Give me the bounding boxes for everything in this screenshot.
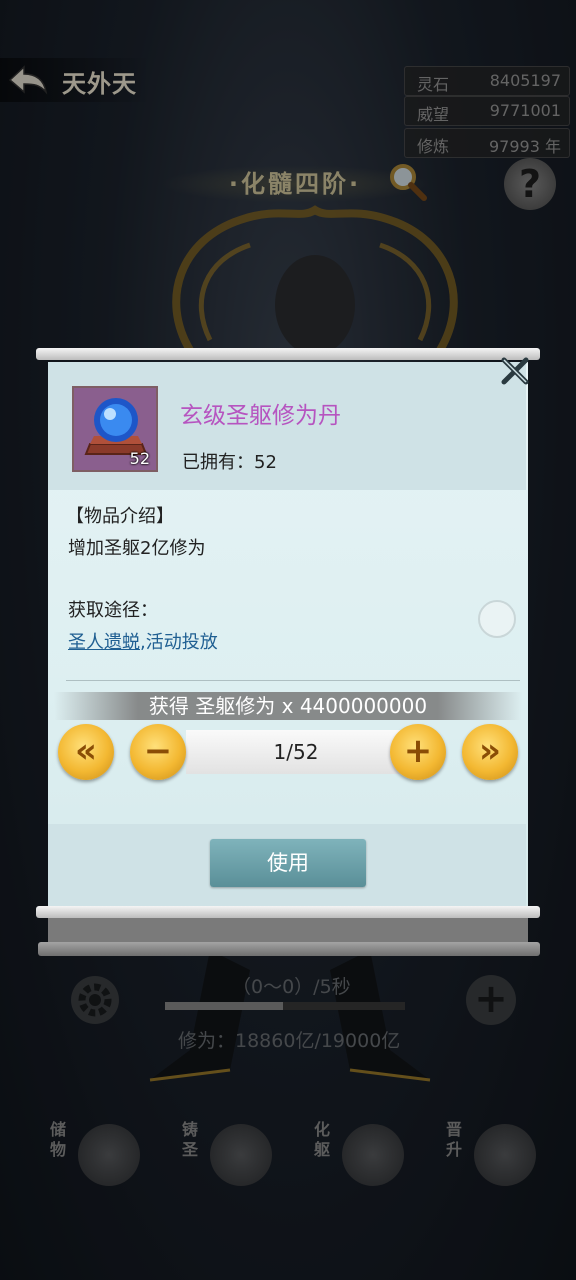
item-intro-text: 增加圣躯2亿修为 (68, 538, 206, 559)
scroll-bottom-roller (36, 906, 540, 918)
increase-button[interactable]: + (390, 724, 446, 780)
decorative-circle (478, 600, 516, 638)
source-text: 圣人遗蜕,活动投放 (68, 628, 218, 654)
scroll-shadow (48, 918, 528, 944)
decrease-button[interactable]: − (130, 724, 186, 780)
owned-count: 已拥有：52 (182, 452, 277, 473)
scroll-top-roller (36, 348, 540, 360)
item-intro-heading: 【物品介绍】 (66, 506, 174, 527)
close-icon[interactable] (496, 352, 534, 390)
use-button[interactable]: 使用 (210, 839, 366, 887)
source-link[interactable]: 圣人遗蜕 (68, 632, 140, 653)
source-heading: 获取途径： (68, 600, 158, 621)
item-count-badge: 52 (129, 449, 150, 468)
max-quantity-button[interactable]: » (462, 724, 518, 780)
min-quantity-button[interactable]: « (58, 724, 114, 780)
divider (66, 680, 520, 681)
source-other: ,活动投放 (140, 632, 218, 653)
scroll-bottom-rod (38, 942, 540, 956)
item-name: 玄级圣躯修为丹 (180, 403, 341, 429)
gain-summary: 获得 圣躯修为 x 4400000000 (54, 692, 522, 720)
item-use-dialog: 52 玄级圣躯修为丹 已拥有：52 【物品介绍】 增加圣躯2亿修为 获取途径： … (48, 357, 529, 910)
item-slot: 52 (72, 386, 158, 472)
quantity-display: 1/52 (186, 730, 406, 774)
